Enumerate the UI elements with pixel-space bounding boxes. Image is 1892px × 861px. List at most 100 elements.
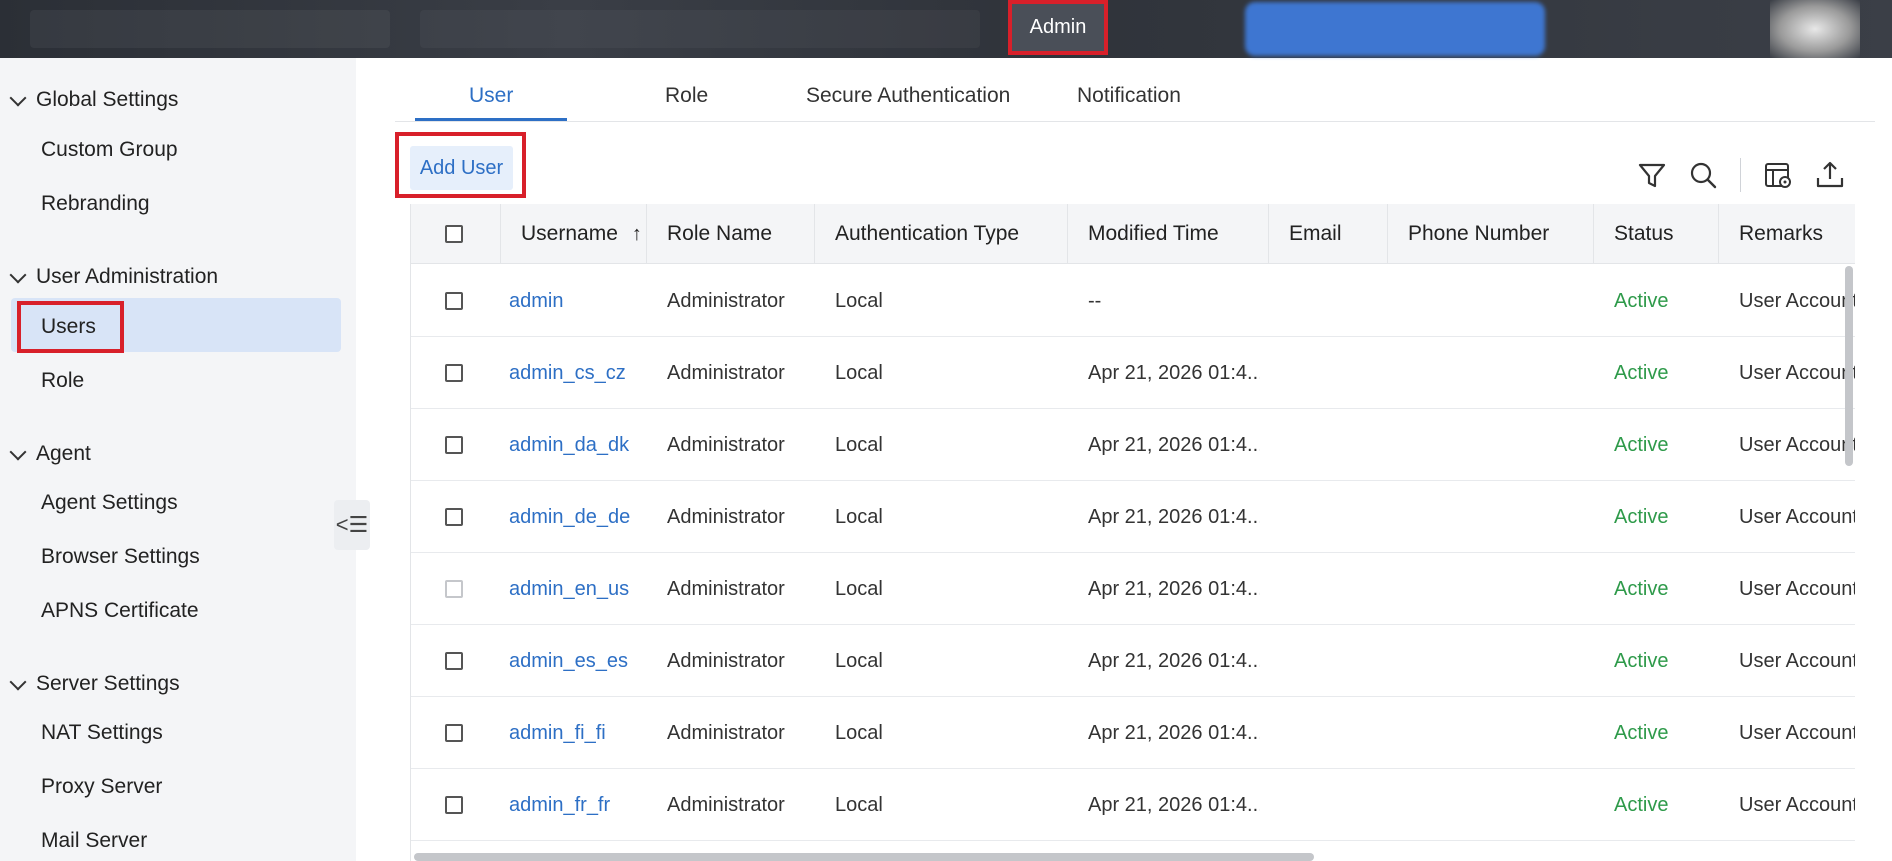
table-row[interactable]: admin_de_de Administrator Local Apr 21, 202… — [411, 481, 1855, 553]
sort-ascending-icon[interactable]: ↑ — [632, 223, 642, 246]
row-select-cell — [445, 553, 475, 625]
tab-notification[interactable]: Notification — [1077, 84, 1181, 108]
row-select-cell — [445, 697, 475, 769]
sidebar-item-browser-settings[interactable]: Browser Settings — [41, 545, 200, 569]
chevron-down-icon — [9, 443, 27, 461]
phone-number-cell — [1408, 553, 1588, 625]
collapse-sidebar-icon[interactable]: <☰ — [334, 500, 370, 550]
select-all-checkbox[interactable] — [445, 225, 463, 243]
export-icon[interactable] — [1813, 158, 1847, 192]
column-header-role-name[interactable]: Role Name — [647, 204, 815, 264]
email-cell — [1289, 337, 1384, 409]
row-checkbox[interactable] — [445, 796, 463, 814]
remarks-cell: User Account — [1739, 433, 1855, 456]
sidebar-item-proxy-server[interactable]: Proxy Server — [41, 775, 162, 799]
sidebar-item-rebranding[interactable]: Rebranding — [41, 192, 150, 216]
phone-number-cell — [1408, 409, 1588, 481]
username-link[interactable]: admin_en_us — [509, 553, 639, 625]
blurred-action-button[interactable] — [1245, 2, 1545, 56]
table-row[interactable]: admin_cs_cz Administrator Local Apr 21, 202… — [411, 337, 1855, 409]
row-checkbox[interactable] — [445, 292, 463, 310]
row-checkbox[interactable] — [445, 580, 463, 598]
row-checkbox[interactable] — [445, 508, 463, 526]
role-name-cell: Administrator — [667, 361, 785, 384]
horizontal-scrollbar[interactable] — [414, 853, 1314, 861]
sidebar-item-users[interactable]: Users — [41, 315, 96, 339]
chevron-down-icon — [9, 89, 27, 107]
sidebar-item-mail-server[interactable]: Mail Server — [41, 829, 147, 853]
phone-number-cell — [1408, 481, 1588, 553]
sidebar-section-server-settings[interactable]: Server Settings — [9, 672, 180, 696]
column-header-status[interactable]: Status — [1594, 204, 1719, 264]
table-row[interactable]: admin_es_es Administrator Local Apr 21, 202… — [411, 625, 1855, 697]
username-link[interactable]: admin_cs_cz — [509, 337, 639, 409]
blurred-nav-area — [420, 10, 980, 48]
blurred-logo-area — [30, 10, 390, 48]
role-name-cell: Administrator — [667, 721, 785, 744]
username-link[interactable]: admin_fi_fi — [509, 697, 639, 769]
status-cell: Active — [1614, 361, 1669, 384]
tab-role[interactable]: Role — [665, 84, 708, 108]
email-cell — [1289, 769, 1384, 841]
row-checkbox[interactable] — [445, 364, 463, 382]
column-header-username[interactable]: Username ↑ — [501, 204, 647, 264]
column-header-phone-number[interactable]: Phone Number — [1388, 204, 1594, 264]
phone-number-cell — [1408, 697, 1588, 769]
row-checkbox[interactable] — [445, 436, 463, 454]
table-row[interactable]: admin Administrator Local -- Active User Acco… — [411, 265, 1855, 337]
chevron-down-icon — [9, 673, 27, 691]
search-icon[interactable] — [1686, 158, 1720, 192]
sidebar-item-apns-certificate[interactable]: APNS Certificate — [41, 599, 199, 623]
username-link[interactable]: admin_da_dk — [509, 409, 639, 481]
username-link[interactable]: admin_de_de — [509, 481, 639, 553]
tab-user[interactable]: User — [469, 84, 513, 108]
column-settings-icon[interactable] — [1761, 158, 1795, 192]
sidebar-section-title: Agent — [36, 442, 91, 465]
phone-number-cell — [1408, 337, 1588, 409]
role-name-cell: Administrator — [667, 433, 785, 456]
table-row[interactable]: admin_fi_fi Administrator Local Apr 21, 202… — [411, 697, 1855, 769]
filter-icon[interactable] — [1635, 158, 1669, 192]
table-header: Username ↑ Role Name Authentication Type… — [411, 204, 1855, 264]
vertical-scrollbar[interactable] — [1845, 266, 1853, 466]
sidebar: Global Settings Custom Group Rebranding … — [0, 58, 356, 861]
sidebar-item-custom-group[interactable]: Custom Group — [41, 138, 178, 162]
avatar[interactable] — [1770, 0, 1860, 58]
sidebar-item-role[interactable]: Role — [41, 369, 84, 393]
authentication-type-cell: Local — [835, 289, 883, 312]
column-header-authentication-type[interactable]: Authentication Type — [815, 204, 1068, 264]
remarks-cell: User Account — [1739, 649, 1855, 672]
table-row[interactable]: admin_en_us Administrator Local Apr 21, 202… — [411, 553, 1855, 625]
sidebar-section-global-settings[interactable]: Global Settings — [9, 88, 179, 112]
modified-time-cell: Apr 21, 2026 01:4... — [1088, 361, 1260, 384]
row-checkbox[interactable] — [445, 652, 463, 670]
column-header-email[interactable]: Email — [1269, 204, 1388, 264]
modified-time-cell: Apr 21, 2026 01:4... — [1088, 433, 1260, 456]
table-row[interactable]: admin_da_dk Administrator Local Apr 21, 202… — [411, 409, 1855, 481]
username-link[interactable]: admin_fr_fr — [509, 769, 639, 841]
table-row[interactable]: admin_fr_fr Administrator Local Apr 21, 202… — [411, 769, 1855, 841]
column-header-remarks[interactable]: Remarks — [1719, 204, 1855, 264]
add-user-button[interactable]: Add User — [410, 146, 513, 190]
tab-secure-authentication[interactable]: Secure Authentication — [806, 84, 1010, 108]
users-table: Username ↑ Role Name Authentication Type… — [410, 204, 1855, 861]
username-link[interactable]: admin_es_es — [509, 625, 639, 697]
column-header-label: Username — [521, 222, 618, 245]
row-checkbox[interactable] — [445, 724, 463, 742]
authentication-type-cell: Local — [835, 793, 883, 816]
sidebar-item-agent-settings[interactable]: Agent Settings — [41, 491, 178, 515]
sidebar-section-user-administration[interactable]: User Administration — [9, 265, 218, 289]
top-tab-admin[interactable]: Admin — [1008, 0, 1108, 55]
column-header-modified-time[interactable]: Modified Time — [1068, 204, 1269, 264]
role-name-cell: Administrator — [667, 505, 785, 528]
authentication-type-cell: Local — [835, 361, 883, 384]
role-name-cell: Administrator — [667, 577, 785, 600]
sidebar-item-nat-settings[interactable]: NAT Settings — [41, 721, 163, 745]
sidebar-section-title: Global Settings — [36, 88, 179, 111]
username-link[interactable]: admin — [509, 265, 639, 337]
email-cell — [1289, 697, 1384, 769]
row-select-cell — [445, 337, 475, 409]
modified-time-cell: Apr 21, 2026 01:4... — [1088, 721, 1260, 744]
top-navigation-bar: Admin — [0, 0, 1892, 58]
sidebar-section-agent[interactable]: Agent — [9, 442, 91, 466]
